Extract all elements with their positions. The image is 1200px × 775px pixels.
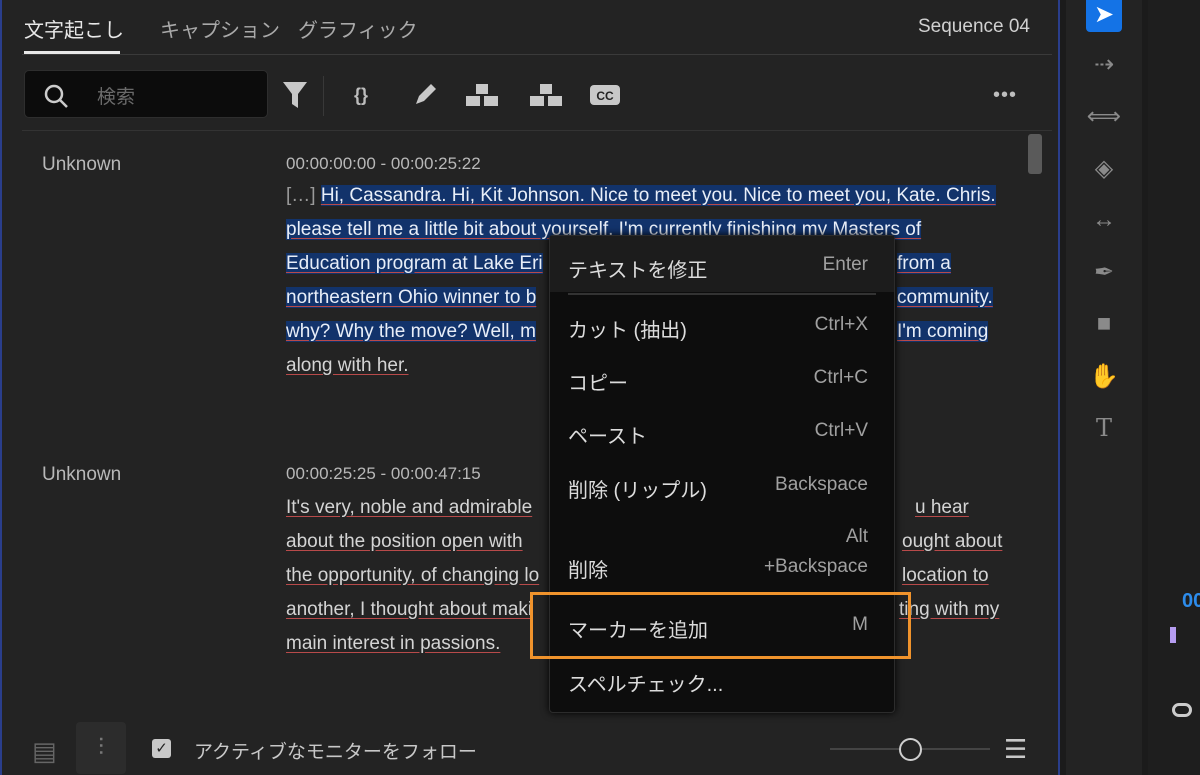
transcript-line-right[interactable]: from a: [897, 249, 951, 279]
sequence-name: Sequence 04: [918, 16, 1030, 37]
ripple-edit-tool-icon[interactable]: ⟺: [1086, 98, 1122, 134]
timecode: 00:00:25:25 - 00:00:47:15: [286, 464, 481, 483]
menu-item-delete[interactable]: 削除 Alt +Backspace: [550, 526, 894, 586]
hierarchy-split-icon[interactable]: [529, 78, 563, 112]
scrollbar[interactable]: [1028, 134, 1042, 174]
transcript-line-right[interactable]: community.: [897, 283, 993, 313]
search-icon: [44, 84, 68, 108]
toolbar-divider: [323, 76, 324, 116]
pencil-icon[interactable]: [408, 78, 442, 112]
tab-graphics[interactable]: グラフィック: [298, 14, 418, 43]
type-tool-icon[interactable]: T: [1086, 410, 1122, 446]
line-text[interactable]: along with her.: [286, 355, 409, 376]
line-text[interactable]: ought about: [902, 531, 1002, 552]
transcript-line[interactable]: Education program at Lake Eri: [286, 249, 543, 279]
transcript-line[interactable]: main interest in passions.: [286, 629, 500, 659]
transcript-line[interactable]: northeastern Ohio winner to b: [286, 283, 537, 313]
line-text[interactable]: why? Why the move? Well, m: [286, 321, 536, 342]
transcript-line-right[interactable]: ought about: [902, 527, 1002, 557]
tools-panel: ➤ ⇢ ⟺ ◈ ↔ ✒ ■ ✋ T: [1066, 0, 1142, 775]
transcript-line-right[interactable]: location to: [902, 561, 989, 591]
line-text[interactable]: Education program at Lake Eri: [286, 253, 543, 274]
search-input[interactable]: 検索: [24, 70, 268, 118]
highlight-box: [530, 592, 911, 659]
line-text[interactable]: ting with my: [899, 599, 999, 620]
timeline-zoom-handle[interactable]: [1172, 703, 1192, 717]
hierarchy-icon[interactable]: [465, 78, 499, 112]
hand-tool-icon[interactable]: ✋: [1086, 358, 1122, 394]
divider: [22, 54, 1052, 55]
transcript-line[interactable]: another, I thought about maki: [286, 595, 532, 625]
follow-monitor-checkbox[interactable]: ✓: [152, 739, 171, 758]
pen-tool-icon[interactable]: ✒: [1086, 254, 1122, 290]
more-icon[interactable]: •••: [988, 78, 1022, 112]
rectangle-tool-icon[interactable]: ■: [1086, 306, 1122, 342]
filter-icon[interactable]: [278, 78, 312, 112]
transcript-line-right[interactable]: u hear: [915, 493, 969, 523]
menu-separator: [568, 293, 876, 295]
speaker-label[interactable]: Unknown: [42, 154, 121, 176]
divider: [22, 130, 1052, 131]
search-placeholder: 検索: [97, 87, 136, 108]
merge-icon[interactable]: {}: [344, 78, 378, 112]
settings-sliders-icon[interactable]: ☰: [1004, 734, 1027, 765]
transcript-line-right[interactable]: I'm coming: [897, 317, 989, 347]
line-text[interactable]: I'm coming: [897, 321, 989, 342]
line-text[interactable]: from a: [897, 253, 951, 274]
line-text[interactable]: location to: [902, 565, 989, 586]
transcript-line[interactable]: about the position open with: [286, 527, 523, 557]
follow-monitor-label: アクティブなモニターをフォロー: [194, 742, 477, 763]
razor-tool-icon[interactable]: ◈: [1086, 150, 1122, 186]
timeline-panel: 00: [1148, 0, 1200, 775]
playhead-marker[interactable]: [1170, 627, 1176, 643]
selection-tool-icon[interactable]: ➤: [1086, 0, 1122, 32]
align-icon[interactable]: ⫶: [76, 722, 126, 774]
line-text[interactable]: the opportunity, of changing lo: [286, 565, 539, 586]
transcript-line[interactable]: along with her.: [286, 351, 409, 381]
tab-captions[interactable]: キャプション: [160, 14, 280, 43]
line-text[interactable]: northeastern Ohio winner to b: [286, 287, 537, 308]
cc-icon[interactable]: CC: [588, 78, 622, 112]
svg-text:CC: CC: [596, 89, 614, 103]
line-text[interactable]: It's very, noble and admirable: [286, 497, 532, 518]
timecode: 00:00:00:00 - 00:00:25:22: [286, 154, 481, 173]
film-audio-icon[interactable]: ▤: [32, 736, 68, 770]
transcript-line[interactable]: […] Hi, Cassandra. Hi, Kit Johnson. Nice…: [286, 181, 996, 211]
line-text[interactable]: main interest in passions.: [286, 633, 500, 654]
speaker-label[interactable]: Unknown: [42, 464, 121, 486]
line-text[interactable]: u hear: [915, 497, 969, 518]
transcript-line[interactable]: why? Why the move? Well, m: [286, 317, 536, 347]
transcript-line-right[interactable]: ting with my: [899, 595, 999, 625]
line-text[interactable]: about the position open with: [286, 531, 523, 552]
transcript-line[interactable]: the opportunity, of changing lo: [286, 561, 539, 591]
line-text[interactable]: Hi, Cassandra. Hi, Kit Johnson. Nice to …: [320, 185, 996, 206]
zoom-slider-handle[interactable]: [899, 738, 922, 761]
timeline-timecode: 00: [1182, 590, 1200, 612]
track-select-tool-icon[interactable]: ⇢: [1086, 46, 1122, 82]
line-text[interactable]: community.: [897, 287, 993, 308]
line-text[interactable]: another, I thought about maki: [286, 599, 532, 620]
tab-transcript[interactable]: 文字起こし: [24, 14, 124, 43]
slip-tool-icon[interactable]: ↔: [1086, 202, 1122, 238]
ellipsis-marker: […]: [286, 185, 316, 206]
transcript-line[interactable]: It's very, noble and admirable: [286, 493, 532, 523]
